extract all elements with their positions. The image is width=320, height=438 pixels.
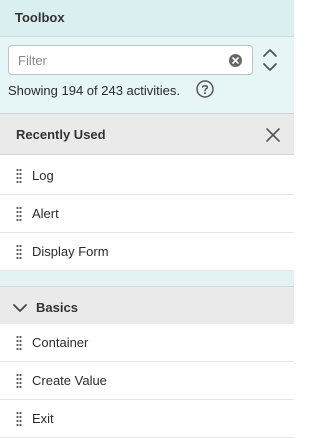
filter-area: Showing 194 of 243 activities. xyxy=(0,37,294,113)
section-label-basics: Basics xyxy=(36,300,78,315)
list-item-display-form[interactable]: Display Form xyxy=(0,233,294,271)
drag-handle-icon[interactable] xyxy=(16,335,22,351)
section-label-recently-used: Recently Used xyxy=(16,127,106,142)
help-icon[interactable] xyxy=(196,80,214,98)
item-label: Log xyxy=(32,168,54,183)
section-header-basics[interactable]: Basics xyxy=(0,286,294,328)
item-label: Alert xyxy=(32,206,59,221)
filter-input[interactable] xyxy=(18,51,223,69)
close-icon[interactable] xyxy=(264,126,282,144)
list-item-create-value[interactable]: Create Value xyxy=(0,362,294,400)
chevron-down-icon[interactable] xyxy=(12,301,28,313)
toolbox-header: Toolbox xyxy=(0,0,294,37)
section-header-recently-used: Recently Used xyxy=(0,113,294,155)
item-label: Display Form xyxy=(32,244,109,259)
drag-handle-icon[interactable] xyxy=(16,373,22,389)
activity-count-text: Showing 194 of 243 activities. xyxy=(8,83,180,98)
item-label: Exit xyxy=(32,411,54,426)
item-label: Create Value xyxy=(32,373,107,388)
drag-handle-icon[interactable] xyxy=(16,168,22,184)
drag-handle-icon[interactable] xyxy=(16,206,22,222)
list-item-container[interactable]: Container xyxy=(0,324,294,362)
drag-handle-icon[interactable] xyxy=(16,411,22,427)
toolbox-title: Toolbox xyxy=(15,10,65,25)
panel-edge xyxy=(294,0,296,422)
list-item-alert[interactable]: Alert xyxy=(0,195,294,233)
drag-handle-icon[interactable] xyxy=(16,244,22,260)
list-item-log[interactable]: Log xyxy=(0,157,294,195)
expand-collapse-icon[interactable] xyxy=(262,47,278,73)
item-label: Container xyxy=(32,335,89,350)
list-item-exit[interactable]: Exit xyxy=(0,400,294,438)
filter-field[interactable] xyxy=(8,45,253,75)
clear-icon[interactable] xyxy=(229,54,242,67)
